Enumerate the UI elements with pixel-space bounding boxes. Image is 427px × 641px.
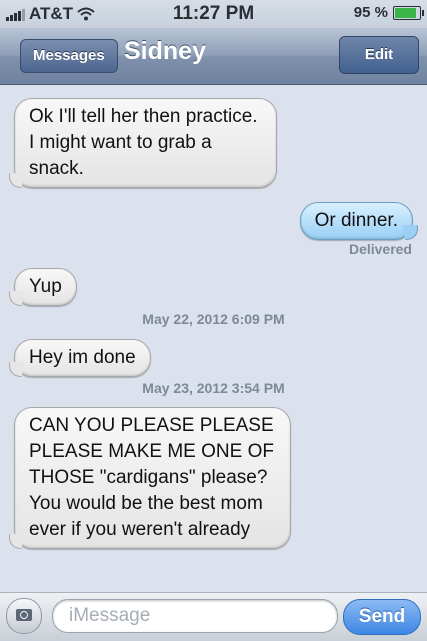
message-text: Hey im done [29, 347, 136, 368]
message-text: Or dinner. [314, 210, 398, 231]
message-text: Ok I'll tell her then practice. I might … [29, 106, 258, 179]
battery-percent: 95 % [353, 4, 388, 21]
incoming-message-bubble[interactable]: Ok I'll tell her then practice. I might … [14, 98, 277, 188]
status-bar: AT&T 11:27 PM 95 % [0, 0, 427, 28]
edit-button[interactable]: Edit [339, 36, 419, 74]
conversation-timestamp: May 23, 2012 3:54 PM [142, 380, 285, 396]
navigation-bar: Messages Sidney Edit [0, 28, 427, 85]
message-text: CAN YOU PLEASE PLEASE PLEASE MAKE ME ONE… [29, 415, 274, 540]
back-button-label: Messages [33, 47, 105, 64]
messages-back-button[interactable]: Messages [20, 39, 118, 73]
battery-icon [393, 5, 424, 20]
contact-name-title: Sidney [124, 37, 206, 65]
message-text: Yup [29, 276, 62, 297]
camera-icon [16, 609, 32, 621]
incoming-message-bubble[interactable]: Yup [14, 268, 77, 306]
outgoing-message-bubble[interactable]: Or dinner. [299, 202, 413, 240]
delivered-status: Delivered [348, 241, 412, 257]
incoming-message-bubble[interactable]: CAN YOU PLEASE PLEASE PLEASE MAKE ME ONE… [14, 407, 291, 549]
imessage-input[interactable]: iMessage [52, 599, 338, 633]
incoming-message-bubble[interactable]: Hey im done [14, 339, 151, 377]
send-button[interactable]: Send [343, 599, 421, 635]
message-composer: iMessage Send [0, 592, 427, 641]
camera-button[interactable] [6, 598, 42, 634]
conversation-timestamp: May 22, 2012 6:09 PM [142, 311, 285, 327]
